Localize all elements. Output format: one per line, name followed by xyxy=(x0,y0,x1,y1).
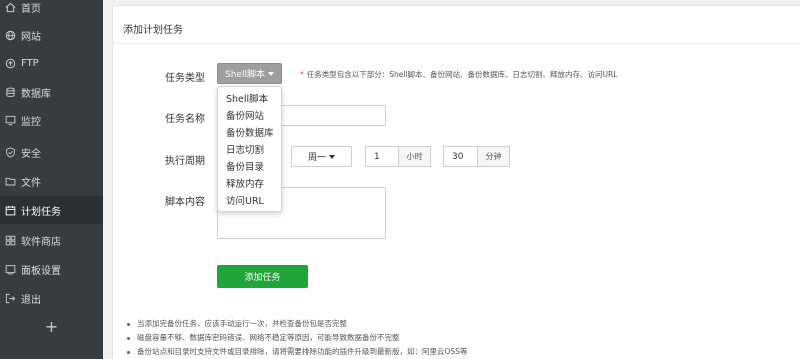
panel-title: 添加计划任务 xyxy=(123,25,183,36)
dropdown-option-log-rotate[interactable]: 日志切割 xyxy=(218,142,281,159)
sidebar-item-label: 软件商店 xyxy=(21,236,61,248)
list-item: 备份站点和目录时支持文件或目录排除，请将需要排除功能的插件升级到最新版，如：阿里… xyxy=(125,345,785,359)
task-type-dropdown: Shell脚本 备份网站 备份数据库 日志切割 备份目录 释放内存 访问URL xyxy=(217,86,282,212)
weekday-select[interactable]: 周一 xyxy=(291,146,352,167)
sidebar-item-home[interactable]: 首页 xyxy=(0,0,103,21)
required-star: * xyxy=(300,70,304,79)
list-item: 当添加完备份任务，应该手动运行一次，并检查备份包是否完整 xyxy=(125,317,785,331)
list-item: 磁盘容量不够、数据库密码错误、网络不稳定等原因，可能导致数据备份不完整 xyxy=(125,331,785,345)
logout-icon xyxy=(4,292,16,304)
sidebar-item-label: 计划任务 xyxy=(21,206,61,218)
dropdown-option-backup-site[interactable]: 备份网站 xyxy=(218,108,281,125)
database-icon xyxy=(4,86,16,98)
calendar-icon xyxy=(4,204,16,216)
notes-list: 当添加完备份任务，应该手动运行一次，并检查备份包是否完整 磁盘容量不够、数据库密… xyxy=(125,317,785,359)
schedule-label: 执行周期 xyxy=(165,156,205,167)
sidebar-item-security[interactable]: 安全 xyxy=(0,138,103,166)
task-type-select[interactable]: Shell脚本 xyxy=(217,63,282,84)
task-name-label: 任务名称 xyxy=(165,114,205,125)
minute-unit: 分钟 xyxy=(478,146,510,167)
home-icon xyxy=(4,1,16,13)
sidebar-item-panel-settings[interactable]: 面板设置 xyxy=(0,255,103,283)
sidebar-item-label: 监控 xyxy=(21,116,41,128)
divider xyxy=(113,43,800,44)
dropdown-option-visit-url[interactable]: 访问URL xyxy=(218,193,281,210)
add-icon[interactable]: + xyxy=(0,314,103,338)
minute-input[interactable]: 30 xyxy=(443,146,478,167)
add-task-button[interactable]: 添加任务 xyxy=(217,265,308,288)
sidebar-item-label: 数据库 xyxy=(21,88,51,100)
task-type-hint: * 任务类型包含以下部分：Shell脚本、备份网站、备份数据库、日志切割、释放内存… xyxy=(300,69,617,80)
sidebar-item-label: 首页 xyxy=(21,3,41,15)
folder-icon xyxy=(4,175,16,187)
sidebar: 首页 网站 FTP 数据库 监控 安全 文件 计划任务 软件商店 面板设置 退出… xyxy=(0,0,103,359)
dropdown-option-backup-database[interactable]: 备份数据库 xyxy=(218,125,281,142)
task-type-value: Shell脚本 xyxy=(225,70,265,80)
sidebar-item-label: 面板设置 xyxy=(21,265,61,277)
sidebar-item-store[interactable]: 软件商店 xyxy=(0,226,103,254)
sidebar-item-label: 网站 xyxy=(21,31,41,43)
sidebar-item-monitor[interactable]: 监控 xyxy=(0,106,103,134)
chevron-down-icon xyxy=(329,154,335,159)
sidebar-item-label: 退出 xyxy=(21,294,41,306)
sidebar-item-ftp[interactable]: FTP xyxy=(0,49,103,77)
ftp-icon xyxy=(4,57,16,69)
dropdown-option-backup-directory[interactable]: 备份目录 xyxy=(218,159,281,176)
sidebar-item-logout[interactable]: 退出 xyxy=(0,284,103,312)
shield-icon xyxy=(4,146,16,158)
add-cron-panel: 添加计划任务 任务类型 Shell脚本 * 任务类型包含以下部分：Shell脚本、… xyxy=(112,5,800,359)
weekday-value: 周一 xyxy=(307,153,326,163)
monitor-icon xyxy=(4,114,16,126)
sidebar-item-label: FTP xyxy=(21,57,39,69)
hint-text: 任务类型包含以下部分：Shell脚本、备份网站、备份数据库、日志切割、释放内存、… xyxy=(306,70,618,79)
sidebar-item-label: 文件 xyxy=(21,177,41,189)
sidebar-item-files[interactable]: 文件 xyxy=(0,167,103,195)
chevron-down-icon xyxy=(267,71,274,76)
dropdown-option-release-memory[interactable]: 释放内存 xyxy=(218,176,281,193)
sidebar-item-cron[interactable]: 计划任务 xyxy=(0,196,103,224)
settings-icon xyxy=(4,263,16,275)
script-label: 脚本内容 xyxy=(165,197,205,208)
task-type-label: 任务类型 xyxy=(165,73,205,84)
hour-input[interactable]: 1 xyxy=(365,146,399,167)
globe-icon xyxy=(4,29,16,41)
store-icon xyxy=(4,234,16,246)
sidebar-item-website[interactable]: 网站 xyxy=(0,21,103,49)
dropdown-option-shell[interactable]: Shell脚本 xyxy=(218,91,281,108)
sidebar-item-database[interactable]: 数据库 xyxy=(0,78,103,106)
hour-unit: 小时 xyxy=(399,146,431,167)
sidebar-item-label: 安全 xyxy=(21,148,41,160)
